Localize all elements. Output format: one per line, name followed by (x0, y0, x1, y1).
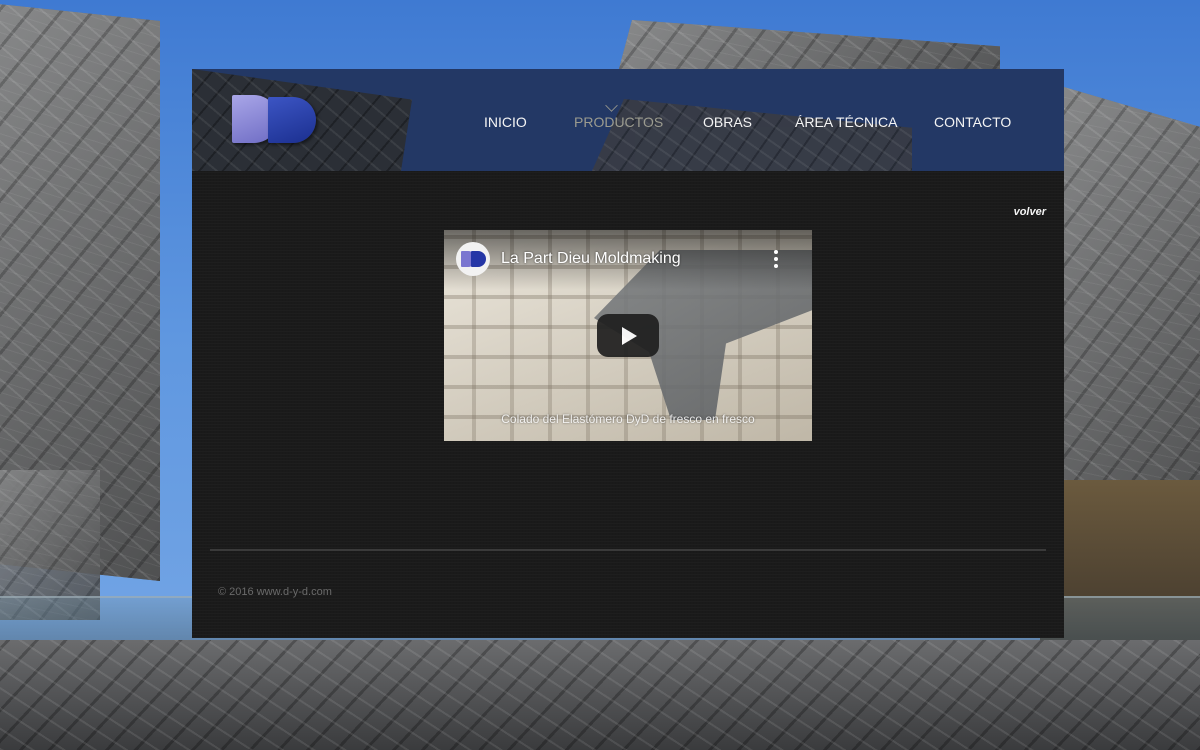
back-link[interactable]: volver (1014, 206, 1046, 218)
footer-copyright: © 2016 www.d-y-d.com (218, 586, 332, 598)
play-icon[interactable] (597, 314, 659, 357)
nav-item-contacto[interactable]: CONTACTO (934, 114, 1011, 130)
video-title[interactable]: La Part Dieu Moldmaking (501, 250, 681, 268)
channel-avatar[interactable] (456, 242, 490, 276)
site-header: INICIO PRODUCTOS OBRAS ÁREA TÉCNICA CONT… (192, 69, 1064, 171)
nav-item-inicio[interactable]: INICIO (484, 114, 527, 130)
video-caption: Colado del Elastómero DyD de fresco en f… (501, 412, 755, 426)
site-container: INICIO PRODUCTOS OBRAS ÁREA TÉCNICA CONT… (192, 69, 1064, 638)
more-vert-icon[interactable] (774, 250, 778, 268)
facade-panel-right (1040, 80, 1200, 520)
nav-item-area-tecnica[interactable]: ÁREA TÉCNICA (795, 114, 897, 130)
header-texture-right (592, 99, 912, 171)
video-player[interactable]: La Part Dieu Moldmaking Colado del Elast… (444, 230, 812, 441)
footer-divider (210, 549, 1046, 551)
nav-item-productos[interactable]: PRODUCTOS (574, 114, 663, 130)
facade-panel-bottom (0, 640, 1200, 750)
chevron-down-icon (605, 99, 618, 112)
avatar-letter-d-right (471, 251, 486, 267)
main-nav: INICIO PRODUCTOS OBRAS ÁREA TÉCNICA CONT… (192, 99, 1064, 134)
nav-item-obras[interactable]: OBRAS (703, 114, 752, 130)
